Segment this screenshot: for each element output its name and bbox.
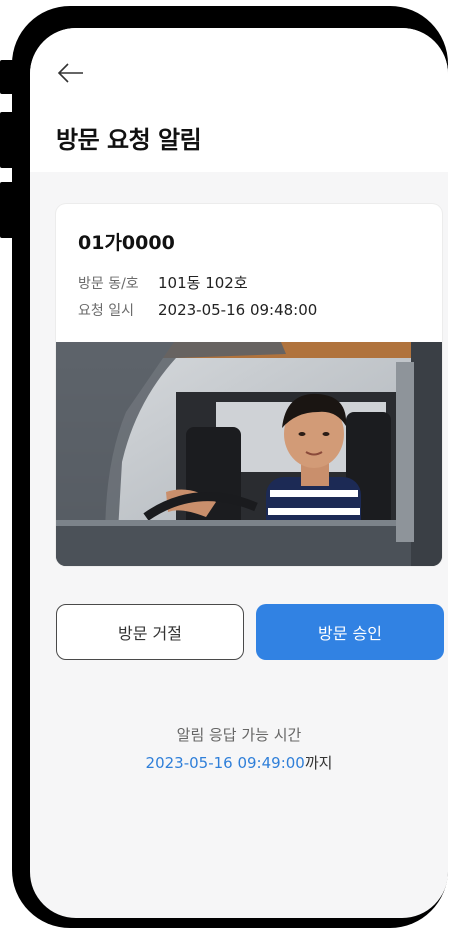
license-plate: 01가0000: [78, 232, 175, 254]
back-button[interactable]: [56, 58, 86, 88]
unit-value: 101동 102호: [158, 274, 248, 292]
page-title: 방문 요청 알림: [56, 126, 202, 154]
response-deadline-label: 알림 응답 가능 시간: [176, 726, 302, 744]
approve-visit-button[interactable]: 방문 승인: [256, 604, 444, 660]
page-header: 방문 요청 알림: [30, 28, 448, 172]
unit-label: 방문 동/호: [78, 276, 139, 292]
phone-frame: 방문 요청 알림 01가0000 방문 동/호 101동 102호 요청 일시 20…: [12, 6, 448, 928]
datetime-value: 2023-05-16 09:48:00: [158, 301, 318, 319]
unit-row: 방문 동/호 101동 102호: [78, 272, 248, 293]
response-deadline-suffix: 까지: [304, 754, 333, 772]
datetime-label: 요청 일시: [78, 303, 134, 319]
response-deadline: 2023-05-16 09:49:00까지: [30, 752, 448, 773]
datetime-row: 요청 일시 2023-05-16 09:48:00: [78, 300, 317, 320]
vehicle-driver-photo: [56, 342, 442, 566]
response-deadline-time: 2023-05-16 09:49:00: [145, 754, 305, 772]
visit-request-card: 01가0000 방문 동/호 101동 102호 요청 일시 2023-05-16 …: [56, 204, 442, 566]
app-screen: 방문 요청 알림 01가0000 방문 동/호 101동 102호 요청 일시 20…: [30, 28, 448, 918]
reject-visit-button[interactable]: 방문 거절: [56, 604, 244, 660]
arrow-left-icon: [57, 63, 83, 83]
